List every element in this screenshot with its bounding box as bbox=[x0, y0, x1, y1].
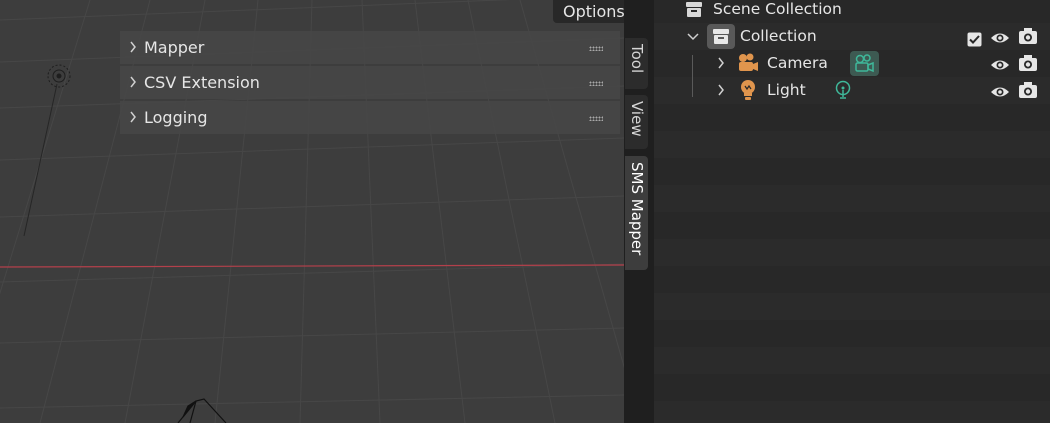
panel-mapper[interactable]: Mapper bbox=[120, 31, 620, 64]
tab-label: Tool bbox=[628, 44, 646, 74]
tab-tool[interactable]: Tool bbox=[625, 38, 648, 89]
options-label: Options bbox=[563, 2, 624, 21]
options-dropdown[interactable]: Options bbox=[553, 0, 624, 23]
light-object-icon bbox=[739, 79, 757, 110]
panel-logging[interactable]: Logging bbox=[120, 101, 620, 134]
panel-label: Mapper bbox=[144, 38, 205, 57]
sidebar-tab-bar: Tool View SMS Mapper bbox=[624, 0, 654, 423]
collection-row[interactable]: Collection bbox=[654, 23, 1050, 50]
chevron-right-icon[interactable] bbox=[716, 77, 726, 114]
drag-handle-icon[interactable] bbox=[589, 46, 603, 51]
collection-label: Collection bbox=[740, 27, 817, 45]
scene-collection-label: Scene Collection bbox=[713, 0, 842, 18]
drag-handle-icon[interactable] bbox=[589, 81, 603, 86]
render-camera-icon[interactable] bbox=[1018, 81, 1038, 108]
eye-icon[interactable] bbox=[990, 82, 1010, 109]
tab-sms-mapper[interactable]: SMS Mapper bbox=[625, 156, 648, 270]
camera-gizmo-icon[interactable] bbox=[177, 398, 227, 423]
outliner[interactable]: Scene Collection Collection Camera Light bbox=[654, 0, 1050, 423]
3d-viewport[interactable]: Options Mapper CSV Extension Logging bbox=[0, 0, 624, 423]
tab-label: SMS Mapper bbox=[628, 162, 646, 256]
object-label: Light bbox=[767, 81, 806, 99]
scene-collection-row[interactable]: Scene Collection bbox=[654, 0, 1050, 23]
tab-label: View bbox=[628, 101, 646, 137]
sidebar-panels: Mapper CSV Extension Logging bbox=[120, 31, 620, 136]
panel-csv-extension[interactable]: CSV Extension bbox=[120, 66, 620, 99]
tab-view[interactable]: View bbox=[625, 95, 648, 149]
light-data-icon[interactable] bbox=[834, 80, 852, 111]
chevron-right-icon[interactable] bbox=[128, 101, 140, 147]
object-label: Camera bbox=[767, 54, 828, 72]
panel-label: Logging bbox=[144, 108, 208, 127]
outliner-object-camera[interactable]: Camera bbox=[654, 50, 1050, 77]
outliner-object-light[interactable]: Light bbox=[654, 77, 1050, 104]
drag-handle-icon[interactable] bbox=[589, 116, 603, 121]
panel-label: CSV Extension bbox=[144, 73, 260, 92]
